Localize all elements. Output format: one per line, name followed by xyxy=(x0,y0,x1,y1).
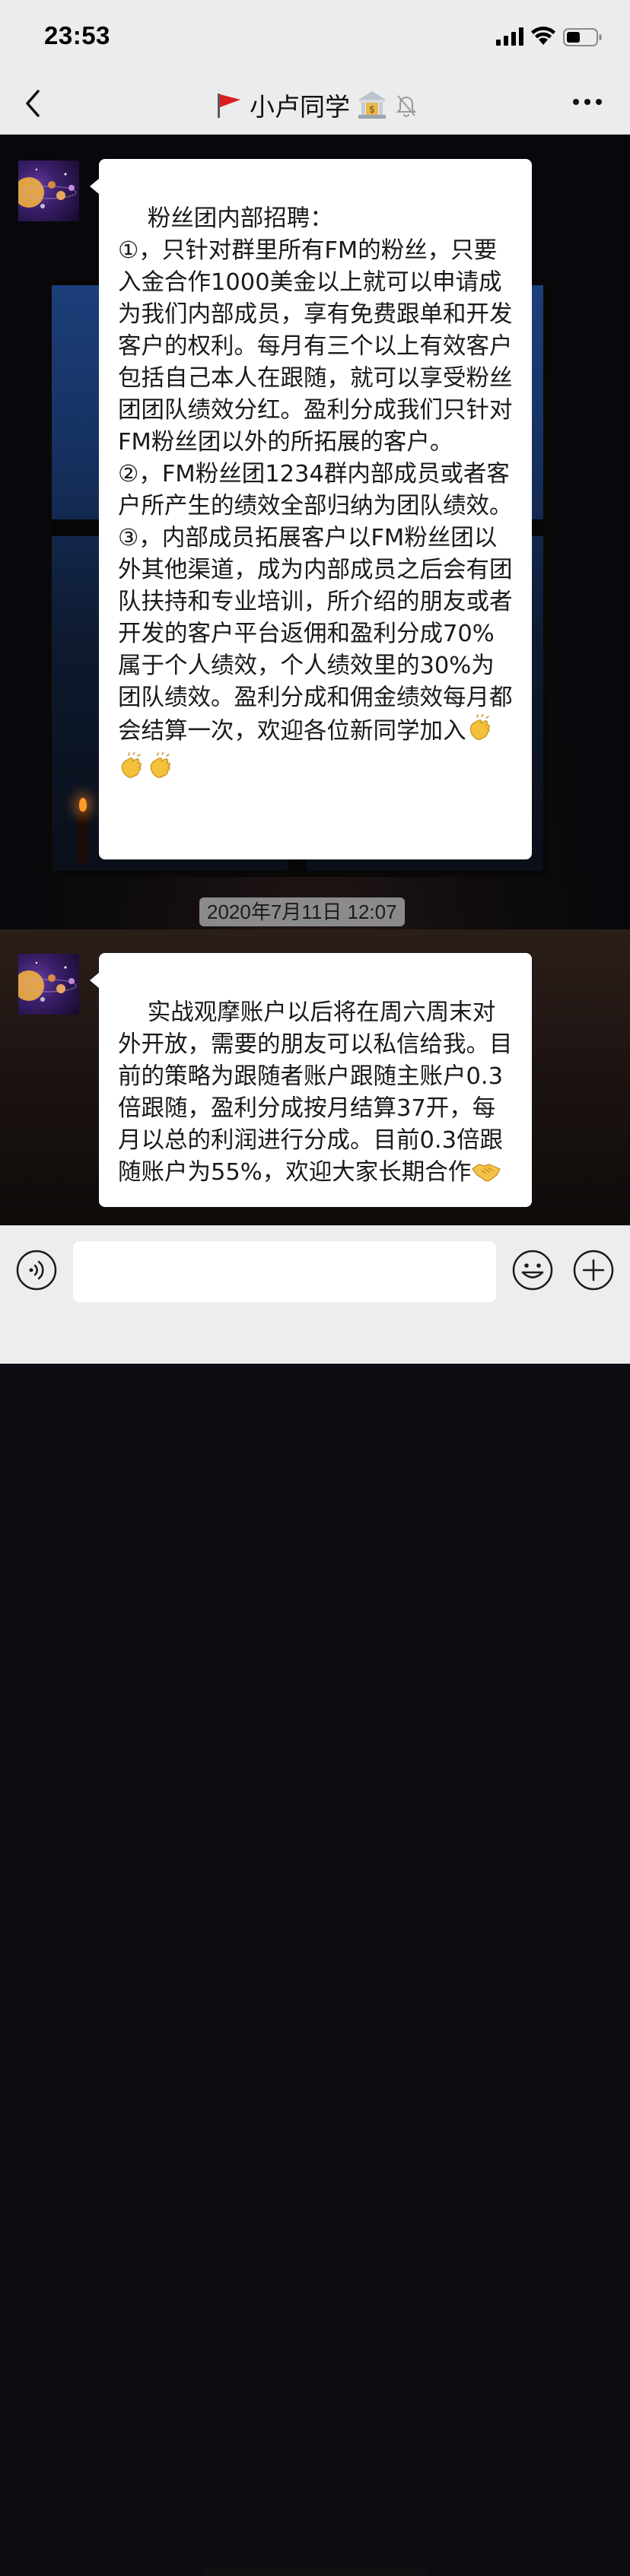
status-bar: 23:53 xyxy=(0,0,630,76)
bank-icon: $ xyxy=(358,91,386,119)
message-text: 粉丝团内部招聘： ①，只针对群里所有FM的粉丝，只要入金合作1000美金以上就可… xyxy=(118,205,513,745)
svg-text:$: $ xyxy=(369,104,375,115)
emoji-icon[interactable] xyxy=(511,1249,554,1291)
chat-title-group[interactable]: 小卢同学 $ xyxy=(0,85,630,125)
message-timestamp: 2020年7月11日 12:07 xyxy=(199,897,405,926)
clapping-hands-emoji xyxy=(147,751,176,790)
plus-icon[interactable] xyxy=(572,1249,615,1291)
message-bubble[interactable]: 实战观摩账户以后将在周六周末对外开放，需要的朋友可以私信给我。目前的策略为跟随者… xyxy=(90,953,532,1207)
mute-bell-icon xyxy=(396,95,417,117)
battery-icon xyxy=(563,28,602,46)
signal-icon xyxy=(496,27,523,46)
solar-system-avatar-icon xyxy=(18,168,77,208)
solar-system-avatar-icon xyxy=(18,961,77,1002)
message-text: 实战观摩账户以后将在周六周末对外开放，需要的朋友可以私信给我。目前的策略为跟随者… xyxy=(118,999,513,1186)
chat-title: 小卢同学 xyxy=(250,92,350,122)
clapping-hands-emoji xyxy=(118,751,147,790)
sender-avatar[interactable] xyxy=(18,160,79,221)
more-icon[interactable] xyxy=(572,97,603,106)
home-indicator[interactable] xyxy=(203,2568,427,2576)
message-bubble[interactable]: 粉丝团内部招聘： ①，只针对群里所有FM的粉丝，只要入金合作1000美金以上就可… xyxy=(90,159,532,859)
input-bar xyxy=(0,1225,630,2576)
status-time: 23:53 xyxy=(44,21,110,49)
sender-avatar[interactable] xyxy=(18,954,79,1015)
message-input[interactable] xyxy=(73,1241,496,1302)
red-flag-icon xyxy=(218,94,240,118)
wallpaper-candle xyxy=(78,810,88,863)
handshake-emoji xyxy=(471,1158,501,1193)
chat-area[interactable]: 粉丝团内部招聘： ①，只针对群里所有FM的粉丝，只要入金合作1000美金以上就可… xyxy=(0,135,630,1225)
wifi-icon xyxy=(531,27,555,45)
wallpaper-candle-flame xyxy=(79,798,87,812)
clapping-hands-emoji xyxy=(466,713,495,752)
nav-bar: 小卢同学 $ xyxy=(0,76,630,135)
voice-icon[interactable] xyxy=(15,1249,58,1291)
